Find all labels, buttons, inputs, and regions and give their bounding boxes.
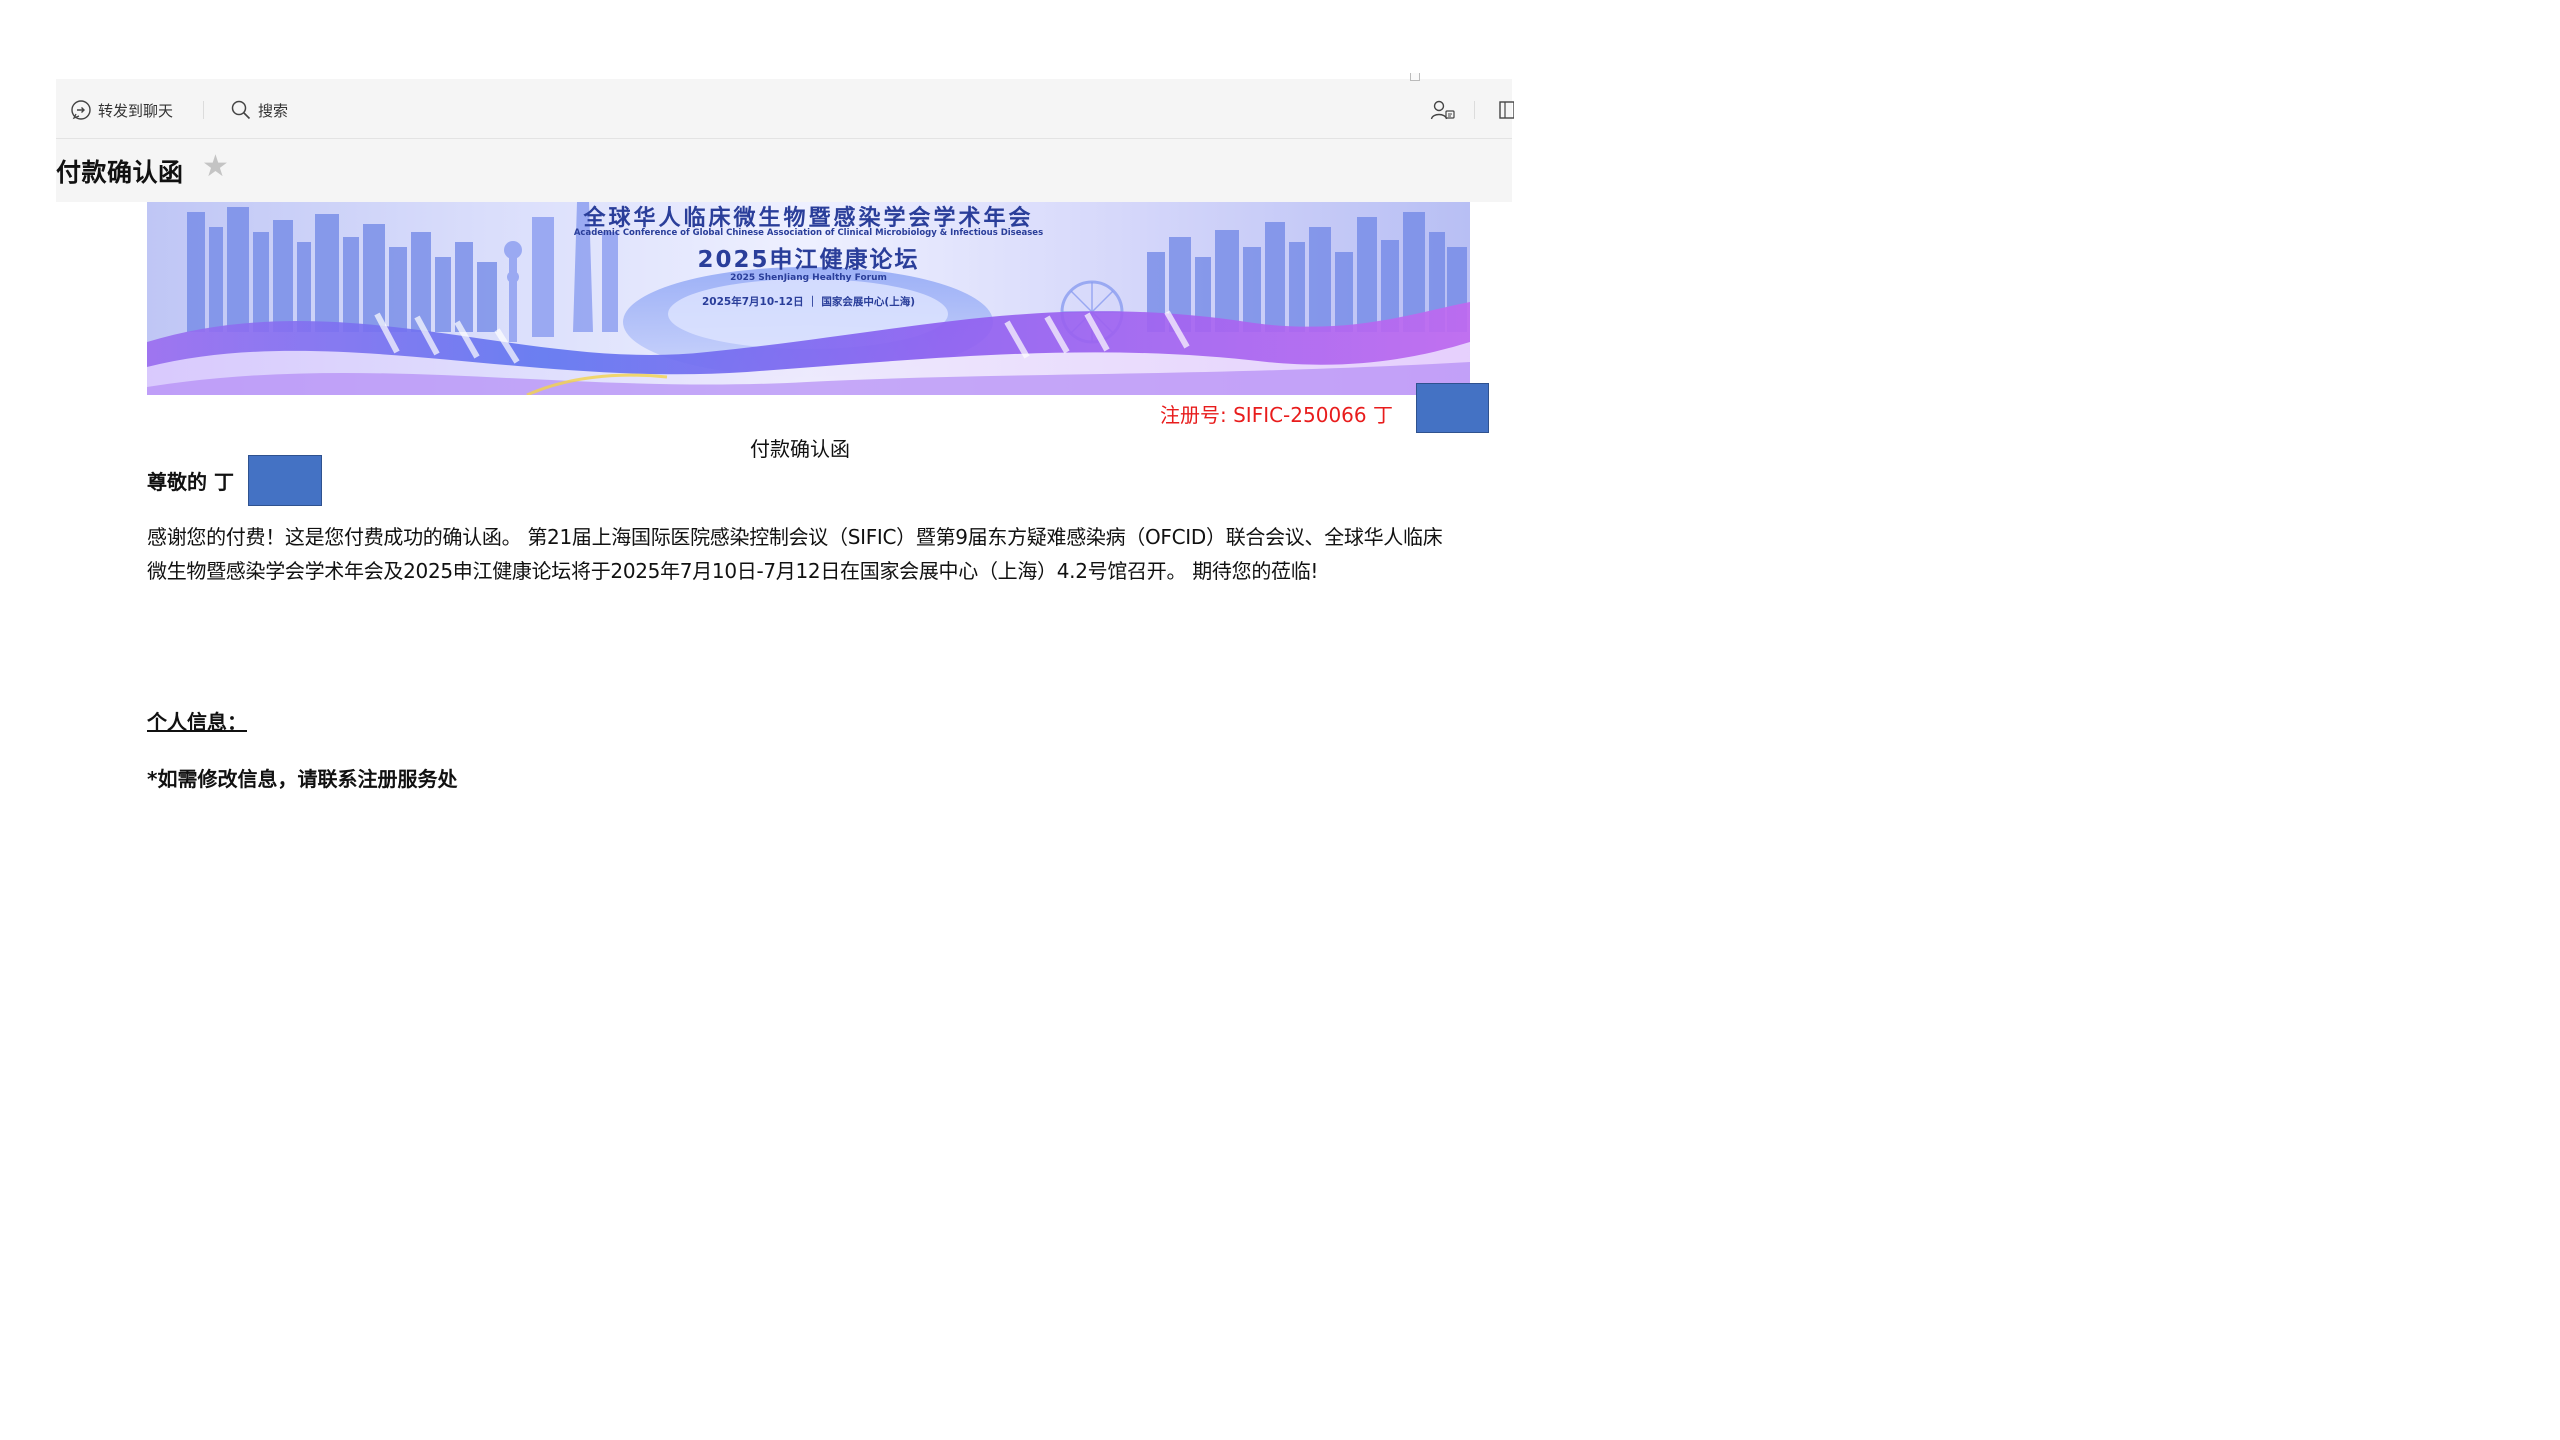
toolbar-divider [203, 101, 204, 119]
banner-forum-cn: 2025申江健康论坛 [697, 247, 920, 273]
banner-title-en: Academic Conference of Global Chinese As… [573, 228, 1044, 238]
greeting: 尊敬的 丁 [147, 470, 234, 494]
forward-to-chat-button[interactable]: 转发到聊天 [70, 98, 173, 122]
toolbar: 转发到聊天 搜索 [56, 73, 1514, 139]
document-title: 付款确认函 [750, 437, 850, 461]
forward-to-chat-label: 转发到聊天 [98, 102, 174, 120]
conference-banner: 全球华人临床微生物暨感染学会学术年会 Academic Conference o… [147, 202, 1470, 395]
body-paragraph: 感谢您的付费！这是您付费成功的确认函。 第21届上海国际医院感染控制会议（SIF… [147, 525, 1443, 583]
redaction-box-registration [1416, 383, 1489, 433]
forward-chat-icon [71, 100, 91, 120]
layout-panel-icon [1499, 101, 1514, 119]
registration-number: 注册号: SIFIC-250066 丁 [1160, 403, 1393, 427]
toolbar-divider-right [1474, 101, 1475, 119]
contact-card-icon [1430, 100, 1455, 120]
search-button[interactable]: 搜索 [230, 98, 288, 122]
contact-card-button[interactable] [1430, 98, 1456, 122]
banner-date-venue: 2025年7月10-12日 ｜ 国家会展中心(上海) [701, 296, 916, 308]
star-icon[interactable]: ★ [202, 152, 229, 182]
redaction-box-name [248, 455, 322, 506]
banner-forum-en: 2025 ShenJiang Healthy Forum [730, 273, 887, 283]
personal-info-heading: 个人信息： [147, 710, 247, 734]
mail-header: 转发到聊天 搜索 付款确认函 ★ [56, 73, 1514, 202]
window-control-stub [1410, 73, 1420, 81]
modify-info-note: *如需修改信息，请联系注册服务处 [147, 767, 458, 791]
search-label: 搜索 [258, 102, 289, 120]
layout-panel-button[interactable] [1490, 98, 1516, 122]
search-icon [231, 100, 251, 120]
email-subject: 付款确认函 [56, 158, 184, 187]
subject-row: 付款确认函 ★ [56, 139, 1512, 202]
